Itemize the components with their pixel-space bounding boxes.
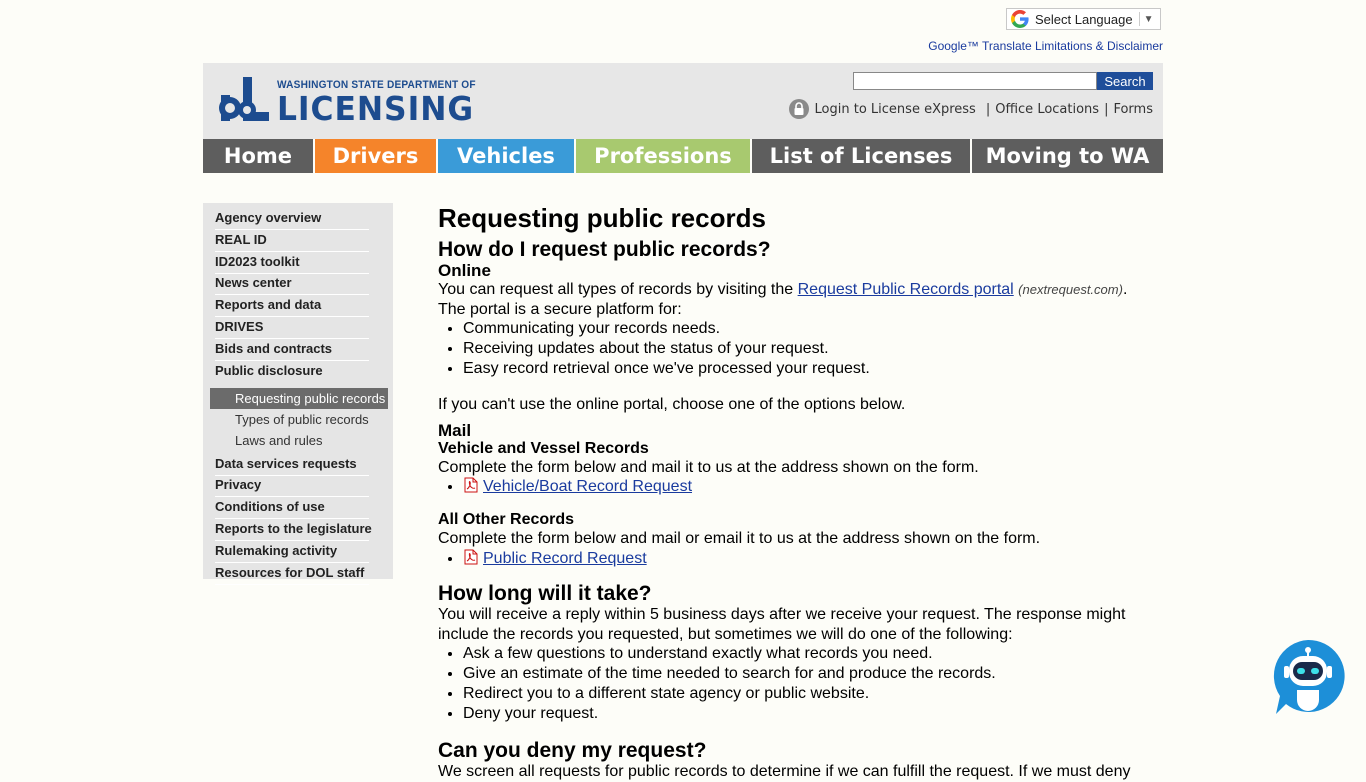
nav-moving-to-wa[interactable]: Moving to WA	[970, 139, 1163, 173]
translate-select[interactable]: Select Language ▼	[1006, 8, 1161, 30]
search-bar: Search	[853, 72, 1153, 90]
list-item: Ask a few questions to understand exactl…	[463, 644, 1138, 664]
list-item: Public Record Request	[463, 549, 1138, 569]
sidebar: Agency overview REAL ID ID2023 toolkit N…	[203, 203, 393, 585]
search-input[interactable]	[853, 72, 1097, 90]
heading-online: Online	[438, 261, 491, 280]
separator: |	[1104, 101, 1109, 117]
list-item: Redirect you to a different state agency…	[463, 684, 1138, 704]
login-license-express-link[interactable]: Login to License eXpress	[815, 102, 976, 117]
search-button[interactable]: Search	[1097, 72, 1153, 90]
sidebar-item-bids-and-contracts[interactable]: Bids and contracts	[215, 340, 369, 361]
sidebar-item-data-services-requests[interactable]: Data services requests	[215, 455, 369, 476]
heading-mail: Mail	[438, 420, 472, 440]
heading-vehicle-vessel-records: Vehicle and Vessel Records	[438, 439, 649, 457]
google-icon	[1011, 10, 1029, 28]
list-item: Communicating your records needs.	[463, 319, 1138, 339]
translate-disclaimer-link[interactable]: Google™ Translate Limitations & Disclaim…	[928, 39, 1163, 53]
list-item: Deny your request.	[463, 704, 1138, 724]
other-instructions: Complete the form below and mail or emai…	[438, 530, 1041, 548]
vehicle-form-list: Vehicle/Boat Record Request	[438, 477, 1138, 497]
sidebar-subitem-laws-and-rules[interactable]: Laws and rules	[215, 430, 369, 451]
portal-features-list: Communicating your records needs. Receiv…	[438, 319, 1138, 379]
sidebar-item-id2023-toolkit[interactable]: ID2023 toolkit	[215, 253, 369, 274]
nav-drivers[interactable]: Drivers	[313, 139, 436, 173]
sidebar-item-drives[interactable]: DRIVES	[215, 318, 369, 339]
pdf-icon	[464, 549, 478, 565]
dropdown-arrow-icon: ▼	[1143, 13, 1154, 25]
divider	[1138, 12, 1140, 26]
sidebar-item-real-id[interactable]: REAL ID	[215, 231, 369, 252]
portal-domain: (nextrequest.com)	[1018, 282, 1123, 297]
page-title: Requesting public records	[438, 203, 766, 233]
nav-home[interactable]: Home	[203, 139, 313, 173]
heading-how-to-request: How do I request public records?	[438, 238, 771, 261]
sidebar-item-resources-for-dol-staff[interactable]: Resources for DOL staff	[215, 564, 369, 585]
dol-logo-mark-icon	[219, 77, 269, 121]
logo-licensing: LICENSING	[277, 89, 475, 128]
office-locations-link[interactable]: Office Locations	[995, 102, 1099, 117]
other-form-list: Public Record Request	[438, 549, 1138, 569]
deny-text: We screen all requests for public record…	[438, 763, 1131, 781]
sidebar-item-public-disclosure[interactable]: Public disclosure	[215, 362, 369, 382]
sidebar-item-rulemaking-activity[interactable]: Rulemaking activity	[215, 542, 369, 563]
select-language-label: Select Language	[1035, 11, 1133, 27]
sidebar-item-news-center[interactable]: News center	[215, 274, 369, 296]
main-content: Requesting public records How do I reque…	[438, 203, 1138, 782]
cant-use-portal-text: If you can't use the online portal, choo…	[438, 396, 906, 414]
nav-list-of-licenses[interactable]: List of Licenses	[750, 139, 970, 173]
online-text: You can request all types of records by …	[438, 281, 798, 298]
sidebar-sublist: Requesting public records Types of publi…	[210, 387, 388, 451]
pdf-icon	[464, 477, 478, 493]
heading-how-long: How long will it take?	[438, 581, 652, 605]
sidebar-item-reports-to-legislature[interactable]: Reports to the legislature	[215, 520, 372, 541]
period: .	[1122, 281, 1128, 298]
vehicle-boat-record-request-link[interactable]: Vehicle/Boat Record Request	[483, 478, 692, 495]
site-header: WASHINGTON STATE DEPARTMENT OF LICENSING…	[203, 63, 1163, 139]
list-item: Receiving updates about the status of yo…	[463, 339, 1138, 359]
nav-vehicles[interactable]: Vehicles	[436, 139, 574, 173]
sidebar-subitem-types-of-public-records[interactable]: Types of public records	[215, 409, 369, 430]
sidebar-item-privacy[interactable]: Privacy	[215, 476, 369, 498]
list-item: Easy record retrieval once we've process…	[463, 359, 1138, 379]
dol-logo[interactable]: WASHINGTON STATE DEPARTMENT OF LICENSING	[217, 75, 493, 125]
list-item: Vehicle/Boat Record Request	[463, 477, 1138, 497]
response-options-list: Ask a few questions to understand exactl…	[438, 644, 1138, 724]
list-item: Give an estimate of the time needed to s…	[463, 664, 1138, 684]
sidebar-item-reports-and-data[interactable]: Reports and data	[215, 296, 369, 318]
sidebar-item-conditions-of-use[interactable]: Conditions of use	[215, 498, 369, 520]
sidebar-item-agency-overview[interactable]: Agency overview	[215, 209, 369, 230]
nav-professions[interactable]: Professions	[574, 139, 750, 173]
online-paragraph: You can request all types of records by …	[438, 280, 1138, 300]
request-portal-link[interactable]: Request Public Records portal	[798, 281, 1014, 298]
public-record-request-link[interactable]: Public Record Request	[483, 550, 647, 567]
separator: |	[985, 101, 991, 117]
main-nav: Home Drivers Vehicles Professions List o…	[203, 139, 1163, 173]
sidebar-list: Agency overview REAL ID ID2023 toolkit N…	[210, 209, 388, 585]
heading-all-other-records: All Other Records	[438, 511, 575, 529]
how-long-text: You will receive a reply within 5 busine…	[438, 605, 1126, 643]
chatbot-robot-icon	[1273, 639, 1345, 714]
forms-link[interactable]: Forms	[1113, 102, 1153, 117]
utility-links: Login to License eXpress | Office Locati…	[788, 99, 1153, 119]
vehicle-instructions: Complete the form below and mail it to u…	[438, 458, 979, 476]
heading-can-you-deny: Can you deny my request?	[438, 739, 707, 763]
sidebar-subitem-requesting-public-records[interactable]: Requesting public records	[210, 387, 388, 409]
portal-intro: The portal is a secure platform for:	[438, 300, 682, 318]
chatbot-button[interactable]	[1270, 638, 1346, 716]
lock-icon	[788, 99, 809, 119]
